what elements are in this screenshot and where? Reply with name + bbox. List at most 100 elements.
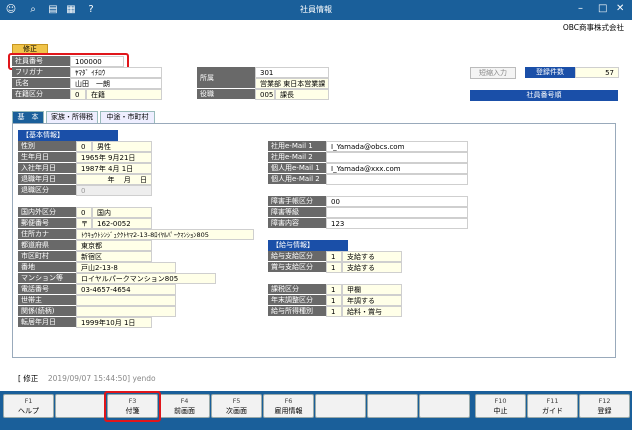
income-type-code[interactable]: 1 <box>326 306 342 317</box>
work-mail1-value[interactable]: I_Yamada@obcs.com <box>326 141 468 152</box>
short-input-button[interactable]: 短縮入力 <box>470 67 516 79</box>
householder-label: 世帯主 <box>18 295 76 306</box>
disability-card-value[interactable]: 00 <box>326 196 468 207</box>
status-code: 0 <box>70 89 86 100</box>
phone-label: 電話番号 <box>18 284 76 295</box>
f8-button[interactable] <box>367 394 418 418</box>
address-kana-label: 住所カナ <box>18 229 76 240</box>
retire-value[interactable]: 年 月 日 <box>76 174 152 185</box>
name-label: 氏名 <box>12 78 70 89</box>
f5-next-screen-button[interactable]: F5 次画面 <box>211 394 262 418</box>
postal-label: 郵便番号 <box>18 218 76 229</box>
hire-label: 入社年月日 <box>18 163 76 174</box>
name-value: 山田 一朗 <box>70 78 162 89</box>
f12-register-button[interactable]: F12 登録 <box>579 394 630 418</box>
tax-type-code[interactable]: 1 <box>326 284 342 295</box>
building-label: マンション等 <box>18 273 76 284</box>
status-value: 在籍 <box>86 89 162 100</box>
window-title: 社員情報 <box>300 5 332 14</box>
city-value[interactable]: 新宿区 <box>76 251 152 262</box>
kana-value: ﾔﾏﾀﾞ ｲﾁﾛｳ <box>70 67 162 78</box>
f7-button[interactable] <box>315 394 366 418</box>
move-date-value[interactable]: 1999年10月 1日 <box>76 317 152 328</box>
salary-pay-label: 給与支給区分 <box>268 251 326 262</box>
gender-code[interactable]: 0 <box>76 141 92 152</box>
birth-label: 生年月日 <box>18 152 76 163</box>
phone-value[interactable]: 03-4657-4654 <box>76 284 176 295</box>
tab-midyear[interactable]: 中途・市町村 <box>100 111 155 123</box>
salary-pay-code[interactable]: 1 <box>326 251 342 262</box>
gender-label: 性別 <box>18 141 76 152</box>
street-value[interactable]: 戸山2-13-8 <box>76 262 176 273</box>
post-label: 役職 <box>197 89 255 100</box>
bonus-pay-label: 賞与支給区分 <box>268 262 326 273</box>
dept-value: 営業部 東日本営業課 <box>255 78 329 89</box>
householder-value[interactable] <box>76 295 176 306</box>
retire-label: 退職年月日 <box>18 174 76 185</box>
tab-basic[interactable]: 基 本 <box>12 111 44 123</box>
f6-employment-button[interactable]: F6 雇用情報 <box>263 394 314 418</box>
count-label: 登録件数 <box>525 67 575 78</box>
prefecture-label: 都道府県 <box>18 240 76 251</box>
maximize-icon[interactable]: □ <box>598 3 607 14</box>
city-label: 市区町村 <box>18 251 76 262</box>
relation-value[interactable] <box>76 306 176 317</box>
company-name: OBC商事株式会社 <box>562 23 624 32</box>
dept-label: 所属 <box>197 67 255 89</box>
status-timestamp: 2019/09/07 15:44:50] yendo <box>47 374 156 383</box>
postal-value[interactable]: 162-0052 <box>92 218 152 229</box>
tab-family-tax[interactable]: 家族・所得税 <box>46 111 98 123</box>
title-bar: ☺ ⌕ ▤ ▦ ? 社員情報 – □ ✕ <box>0 0 632 20</box>
work-mail2-value[interactable] <box>326 152 468 163</box>
basic-info-header: 【基本情報】 <box>18 130 118 141</box>
relation-label: 関係(続柄) <box>18 306 76 317</box>
employee-id-input[interactable]: 100000 <box>70 56 124 67</box>
hire-value[interactable]: 1987年 4月 1日 <box>76 163 152 174</box>
bonus-pay-value: 支給する <box>342 262 402 273</box>
disability-detail-label: 障害内容 <box>268 218 326 229</box>
year-end-code[interactable]: 1 <box>326 295 342 306</box>
income-type-value: 給料・賞与 <box>342 306 402 317</box>
tax-type-value: 甲欄 <box>342 284 402 295</box>
year-end-label: 年末調整区分 <box>268 295 326 306</box>
status-mode: [ 修正 <box>18 374 39 383</box>
year-end-value: 年調する <box>342 295 402 306</box>
bonus-pay-code[interactable]: 1 <box>326 262 342 273</box>
address-kana-value[interactable]: ﾄｳｷｮｳﾄｼﾝｼﾞｭｸｸﾄﾔﾏ2-13-8ﾛｲﾔﾙﾊﾟｰｸﾏﾝｼｮﾝ805 <box>76 229 254 240</box>
personal-mail1-value[interactable]: I_Yamada@xxx.com <box>326 163 468 174</box>
count-value: 57 <box>575 67 619 78</box>
status-line: [ 修正 2019/09/07 15:44:50] yendo <box>18 373 156 384</box>
f2-button[interactable] <box>55 394 106 418</box>
retire-type-code: 0 <box>76 185 152 196</box>
f11-guide-button[interactable]: F11 ガイド <box>527 394 578 418</box>
f10-cancel-button[interactable]: F10 中止 <box>475 394 526 418</box>
personal-mail2-value[interactable] <box>326 174 468 185</box>
domestic-label: 国内外区分 <box>18 207 76 218</box>
salary-info-header: 【給与情報】 <box>268 240 348 251</box>
retire-type-label: 退職区分 <box>18 185 76 196</box>
f4-prev-screen-button[interactable]: F4 前画面 <box>159 394 210 418</box>
work-mail2-label: 社用e-Mail 2 <box>268 152 326 163</box>
disability-detail-value[interactable]: 123 <box>326 218 468 229</box>
order-label: 社員番号順 <box>470 90 618 101</box>
move-date-label: 転居年月日 <box>18 317 76 328</box>
birth-value[interactable]: 1965年 9月21日 <box>76 152 152 163</box>
disability-grade-label: 障害等級 <box>268 207 326 218</box>
disability-grade-value[interactable] <box>326 207 468 218</box>
kana-label: フリガナ <box>12 67 70 78</box>
close-icon[interactable]: ✕ <box>616 3 624 14</box>
work-mail1-label: 社用e-Mail 1 <box>268 141 326 152</box>
f9-button[interactable] <box>419 394 470 418</box>
personal-mail2-label: 個人用e-Mail 2 <box>268 174 326 185</box>
tax-type-label: 課税区分 <box>268 284 326 295</box>
building-value[interactable]: ロイヤルパークマンション805 <box>76 273 216 284</box>
prefecture-value[interactable]: 東京都 <box>76 240 152 251</box>
f1-help-button[interactable]: F1 ヘルプ <box>3 394 54 418</box>
gender-value: 男性 <box>92 141 152 152</box>
postal-mark: 〒 <box>76 218 92 229</box>
f3-highlight <box>104 391 161 422</box>
salary-pay-value: 支給する <box>342 251 402 262</box>
domestic-code[interactable]: 0 <box>76 207 92 218</box>
minimize-icon[interactable]: – <box>578 3 583 14</box>
domestic-value: 国内 <box>92 207 152 218</box>
